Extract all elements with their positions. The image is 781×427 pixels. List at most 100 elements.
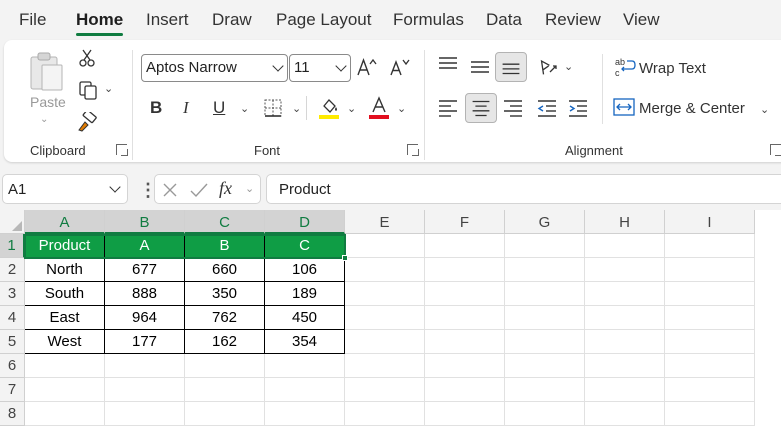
cell-e1[interactable] — [345, 234, 425, 258]
font-name-select[interactable]: Aptos Narrow — [141, 54, 288, 82]
column-header-b[interactable]: B — [105, 210, 185, 234]
copy-dropdown-arrow[interactable]: ⌄ — [104, 82, 113, 95]
column-header-e[interactable]: E — [345, 210, 425, 234]
cell-i1[interactable] — [665, 234, 755, 258]
cell-g7[interactable] — [505, 378, 585, 402]
cell-c2[interactable]: 660 — [185, 258, 265, 282]
formula-dropdown-arrow[interactable]: ⌄ — [245, 182, 254, 195]
column-header-d[interactable]: D — [265, 210, 345, 234]
font-size-select[interactable]: 11 — [289, 54, 351, 82]
merge-center-label[interactable]: Merge & Center — [639, 100, 745, 117]
tab-review[interactable]: Review — [545, 10, 601, 30]
cut-icon[interactable] — [78, 48, 96, 68]
cell-d2[interactable]: 106 — [265, 258, 345, 282]
increase-indent-icon[interactable] — [567, 98, 589, 118]
increase-font-size-icon[interactable] — [355, 56, 377, 78]
paste-dropdown-arrow[interactable]: ⌄ — [40, 114, 48, 125]
cell-e7[interactable] — [345, 378, 425, 402]
cell-c6[interactable] — [185, 354, 265, 378]
cell-d8[interactable] — [265, 402, 345, 426]
cell-d4[interactable]: 450 — [265, 306, 345, 330]
borders-dropdown-arrow[interactable]: ⌄ — [292, 102, 301, 115]
tab-draw[interactable]: Draw — [212, 10, 252, 30]
cell-e3[interactable] — [345, 282, 425, 306]
bold-button[interactable]: B — [150, 98, 162, 118]
format-painter-icon[interactable] — [76, 112, 98, 132]
italic-button[interactable]: I — [183, 98, 189, 118]
clipboard-launcher-icon[interactable] — [116, 144, 128, 156]
align-center-icon[interactable] — [465, 93, 497, 123]
cell-i5[interactable] — [665, 330, 755, 354]
cell-g3[interactable] — [505, 282, 585, 306]
row-header-6[interactable]: 6 — [0, 354, 25, 378]
insert-function-icon[interactable]: fx — [219, 178, 232, 199]
cell-c7[interactable] — [185, 378, 265, 402]
cell-a4[interactable]: East — [25, 306, 105, 330]
cancel-icon[interactable] — [161, 181, 179, 199]
cell-h6[interactable] — [585, 354, 665, 378]
cell-i4[interactable] — [665, 306, 755, 330]
alignment-launcher-icon[interactable] — [770, 144, 781, 156]
row-header-3[interactable]: 3 — [0, 282, 25, 306]
cell-g5[interactable] — [505, 330, 585, 354]
wrap-text-icon[interactable]: ab c — [614, 56, 636, 78]
cell-h2[interactable] — [585, 258, 665, 282]
cell-f8[interactable] — [425, 402, 505, 426]
column-header-g[interactable]: G — [505, 210, 585, 234]
cell-h8[interactable] — [585, 402, 665, 426]
cell-c4[interactable]: 762 — [185, 306, 265, 330]
cell-f5[interactable] — [425, 330, 505, 354]
middle-align-icon[interactable] — [469, 58, 491, 76]
align-right-icon[interactable] — [502, 98, 524, 118]
cell-f2[interactable] — [425, 258, 505, 282]
cell-b4[interactable]: 964 — [105, 306, 185, 330]
select-all-corner[interactable] — [0, 210, 25, 234]
orientation-dropdown-arrow[interactable]: ⌄ — [564, 60, 573, 73]
paste-icon[interactable] — [28, 50, 66, 92]
cell-i2[interactable] — [665, 258, 755, 282]
row-header-5[interactable]: 5 — [0, 330, 25, 354]
decrease-indent-icon[interactable] — [536, 98, 558, 118]
borders-icon[interactable] — [263, 98, 283, 118]
cell-g8[interactable] — [505, 402, 585, 426]
row-header-8[interactable]: 8 — [0, 402, 25, 426]
cell-a6[interactable] — [25, 354, 105, 378]
cell-e6[interactable] — [345, 354, 425, 378]
fill-color-dropdown-arrow[interactable]: ⌄ — [347, 102, 356, 115]
cell-a2[interactable]: North — [25, 258, 105, 282]
column-header-a[interactable]: A — [25, 210, 105, 234]
cell-b3[interactable]: 888 — [105, 282, 185, 306]
cell-h3[interactable] — [585, 282, 665, 306]
orientation-icon[interactable] — [536, 54, 560, 76]
cell-b5[interactable]: 177 — [105, 330, 185, 354]
row-header-4[interactable]: 4 — [0, 306, 25, 330]
fill-color-icon[interactable] — [318, 96, 340, 120]
cell-i8[interactable] — [665, 402, 755, 426]
merge-dropdown-arrow[interactable]: ⌄ — [760, 103, 769, 116]
cell-g6[interactable] — [505, 354, 585, 378]
cell-i6[interactable] — [665, 354, 755, 378]
underline-button[interactable]: U — [213, 98, 225, 118]
top-align-icon[interactable] — [437, 56, 459, 74]
row-header-7[interactable]: 7 — [0, 378, 25, 402]
column-header-f[interactable]: F — [425, 210, 505, 234]
tab-data[interactable]: Data — [486, 10, 522, 30]
cell-d3[interactable]: 189 — [265, 282, 345, 306]
cell-h5[interactable] — [585, 330, 665, 354]
cell-f1[interactable] — [425, 234, 505, 258]
cell-c5[interactable]: 162 — [185, 330, 265, 354]
cell-g2[interactable] — [505, 258, 585, 282]
cell-c3[interactable]: 350 — [185, 282, 265, 306]
cell-b2[interactable]: 677 — [105, 258, 185, 282]
cell-g1[interactable] — [505, 234, 585, 258]
formula-input[interactable]: Product — [266, 174, 781, 204]
cell-c8[interactable] — [185, 402, 265, 426]
cell-h7[interactable] — [585, 378, 665, 402]
cell-a5[interactable]: West — [25, 330, 105, 354]
tab-view[interactable]: View — [623, 10, 660, 30]
cell-e2[interactable] — [345, 258, 425, 282]
paste-label[interactable]: Paste — [30, 94, 66, 110]
cell-d6[interactable] — [265, 354, 345, 378]
tab-insert[interactable]: Insert — [146, 10, 189, 30]
cell-f6[interactable] — [425, 354, 505, 378]
